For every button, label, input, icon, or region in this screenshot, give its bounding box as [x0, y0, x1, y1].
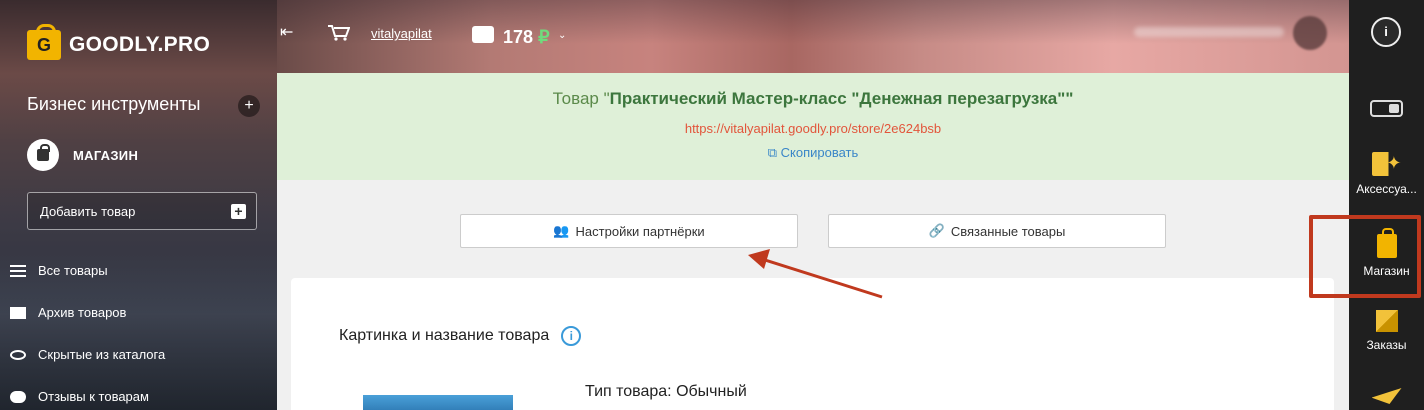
collapse-sidebar-icon[interactable]: ⇤	[280, 22, 293, 42]
balance-value: 178	[503, 27, 534, 47]
account-name-blurred[interactable]	[1134, 27, 1284, 37]
info-icon[interactable]: i	[1371, 17, 1401, 47]
product-type: Тип товара: Обычный	[585, 383, 747, 400]
product-url-link[interactable]: https://vitalyapilat.goodly.pro/store/2e…	[277, 121, 1349, 136]
cart-icon[interactable]	[328, 25, 350, 41]
annotation-highlight-box	[1309, 215, 1421, 298]
sidebar-item-archive[interactable]: Архив товаров	[10, 305, 126, 320]
rightbar-item-accessories[interactable]: Аксессуа...	[1349, 152, 1424, 196]
wallet-icon[interactable]	[472, 26, 494, 43]
accessories-icon	[1371, 152, 1402, 176]
sidebar: G GOODLY.PRO Бизнес инструменты + МАГАЗИ…	[0, 0, 277, 410]
add-product-button[interactable]: Добавить товар +	[27, 192, 257, 230]
sidebar-item-reviews[interactable]: Отзывы к товарам	[10, 389, 149, 404]
right-toolbar: i Аксессуа... Магазин Заказы	[1349, 0, 1424, 410]
orders-icon	[1375, 310, 1398, 332]
section-title: Бизнес инструменты	[27, 94, 201, 114]
product-image-thumbnail[interactable]	[363, 395, 513, 410]
sidebar-item-label: Все товары	[38, 263, 108, 278]
currency-symbol: ₽	[538, 27, 550, 47]
product-title: Товар "Практический Мастер-класс "Денежн…	[277, 89, 1349, 109]
copy-icon: ⧉	[767, 145, 777, 160]
related-products-label: Связанные товары	[950, 223, 1066, 239]
sidebar-item-label: Архив товаров	[38, 305, 127, 320]
card-title: Картинка и название товара i	[339, 326, 582, 346]
rightbar-item-label: Заказы	[1366, 338, 1407, 352]
logo-text: GOODLY.PRO	[69, 33, 211, 56]
title-prefix: Товар "	[552, 89, 610, 108]
card-title-text: Картинка и название товара	[339, 327, 550, 344]
sidebar-item-hidden[interactable]: Скрытые из каталога	[10, 347, 165, 362]
copy-label: Скопировать	[780, 145, 859, 160]
username-link[interactable]: vitalyapilat	[371, 26, 432, 41]
partner-settings-label: Настройки партнёрки	[575, 223, 705, 239]
logo-bag-icon: G	[27, 24, 61, 60]
annotation-arrow	[748, 249, 883, 299]
title-suffix: "	[1065, 89, 1074, 108]
list-icon	[10, 264, 26, 277]
users-icon: 👥	[553, 223, 570, 238]
shop-bag-icon	[27, 139, 59, 171]
partner-settings-button[interactable]: 👥 Настройки партнёрки	[460, 214, 798, 248]
chevron-down-icon[interactable]: ⌄	[558, 30, 566, 41]
toggle-switch[interactable]	[1370, 100, 1403, 117]
rightbar-item-orders[interactable]: Заказы	[1349, 310, 1424, 352]
sidebar-item-all-products[interactable]: Все товары	[10, 263, 108, 278]
rightbar-item-label: Аксессуа...	[1356, 182, 1417, 196]
info-icon[interactable]: i	[561, 326, 582, 346]
plus-icon: +	[231, 203, 246, 219]
link-icon: 🔗	[928, 223, 945, 238]
add-tool-button[interactable]: +	[238, 95, 260, 117]
avatar[interactable]	[1293, 16, 1327, 50]
sidebar-item-label: Отзывы к товарам	[38, 389, 149, 404]
balance[interactable]: 178 ₽	[503, 27, 550, 48]
sidebar-item-label: Скрытые из каталога	[38, 347, 166, 362]
add-product-label: Добавить товар	[40, 203, 136, 219]
related-products-button[interactable]: 🔗 Связанные товары	[828, 214, 1166, 248]
send-icon	[1371, 388, 1402, 404]
eye-hidden-icon	[10, 349, 26, 360]
comments-icon	[10, 390, 26, 403]
sidebar-item-shop[interactable]: МАГАЗИН	[27, 139, 138, 171]
sidebar-item-shop-label: МАГАЗИН	[73, 147, 139, 163]
rightbar-item-send[interactable]	[1349, 388, 1424, 410]
copy-link-button[interactable]: ⧉ Скопировать	[277, 145, 1349, 161]
product-name: Практический Мастер-класс "Денежная пере…	[609, 89, 1066, 108]
product-banner: Товар "Практический Мастер-класс "Денежн…	[277, 73, 1349, 180]
logo[interactable]: G GOODLY.PRO	[27, 24, 211, 60]
top-header: ⇤ vitalyapilat 178 ₽ ⌄	[277, 0, 1349, 73]
archive-icon	[10, 306, 26, 319]
